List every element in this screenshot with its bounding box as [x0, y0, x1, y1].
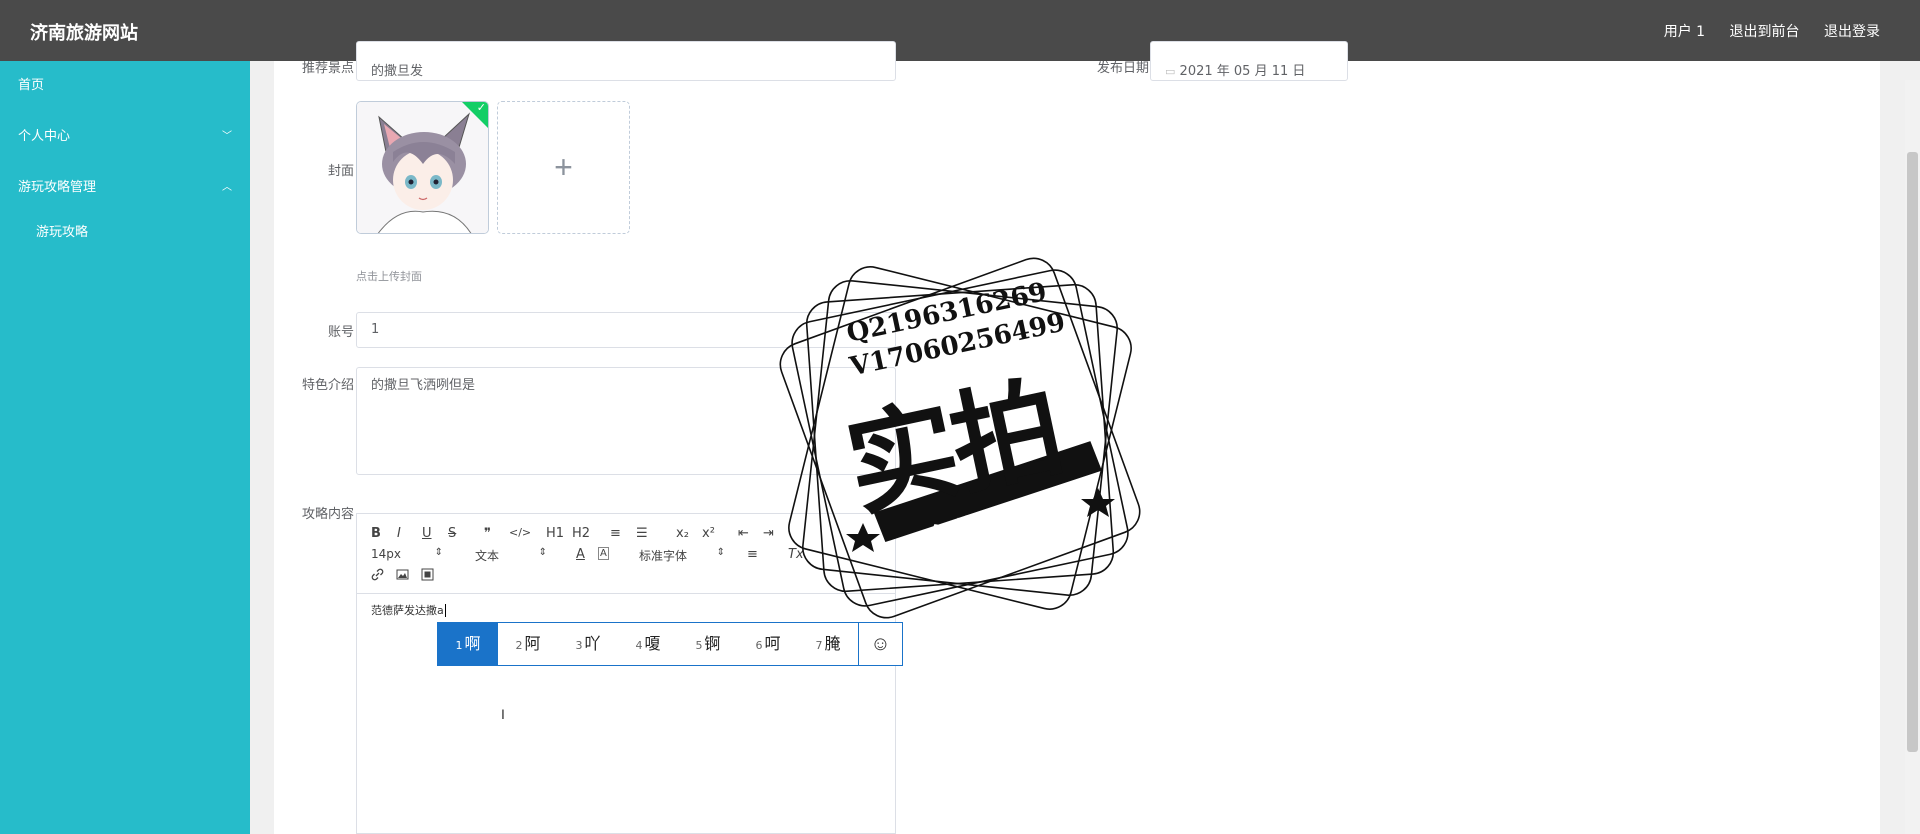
sidebar-item-home[interactable]: 首页 [18, 76, 232, 96]
italic-button[interactable]: I [397, 526, 401, 541]
bold-button[interactable]: B [371, 526, 381, 541]
background-color-button[interactable]: A [598, 547, 609, 560]
editor-text: 范德萨发达撒a [371, 604, 444, 617]
superscript-button[interactable]: x² [702, 526, 715, 541]
cover-image[interactable]: ✓ [356, 101, 489, 234]
font-family-select[interactable]: 标准字体 [639, 547, 725, 564]
link-icon[interactable] [371, 568, 384, 585]
sidebar-item-profile[interactable]: 个人中心 ﹀ [18, 127, 232, 147]
date-input[interactable]: ▭ 2021 年 05 月 11 日 [1150, 41, 1348, 81]
text-cursor-icon: I [501, 706, 505, 722]
date-label: 发布日期 [1096, 61, 1149, 76]
account-label: 账号 [327, 325, 354, 340]
editor-content[interactable]: 范德萨发达撒a [371, 602, 446, 618]
top-bar: 济南旅游网站 用户 1 退出到前台 退出登录 [0, 0, 1920, 61]
underline-button[interactable]: U [422, 526, 432, 541]
watermark-stamp: Q2196316269 V17060256499 实拍 全微程序 [760, 238, 1160, 638]
chevron-up-icon: ︿ [222, 182, 232, 193]
sidebar-item-label: 游玩攻略管理 [18, 180, 97, 195]
sidebar: 首页 个人中心 ﹀ 游玩攻略管理 ︿ 游玩攻略 [0, 61, 250, 834]
plus-icon: + [554, 149, 573, 185]
sidebar-item-guide-management[interactable]: 游玩攻略管理 ︿ [18, 178, 232, 198]
code-button[interactable]: </> [509, 526, 531, 539]
strike-button[interactable]: S [448, 526, 456, 541]
sidebar-item-guide[interactable]: 游玩攻略 [36, 223, 232, 243]
check-icon: ✓ [476, 102, 486, 114]
bullet-list-button[interactable]: ☰ [636, 526, 648, 541]
ime-candidate[interactable]: 4嗄 [618, 623, 678, 665]
blockquote-button[interactable]: ❞ [484, 526, 491, 541]
page-scrollbar[interactable] [1905, 80, 1920, 834]
ordered-list-button[interactable]: ≡ [610, 526, 621, 541]
intro-label: 特色介绍 [301, 378, 354, 393]
h2-button[interactable]: H2 [572, 526, 590, 541]
cover-tip: 点击上传封面 [356, 270, 422, 283]
outdent-button[interactable]: ⇤ [738, 526, 749, 541]
text-type-select[interactable]: 文本 [475, 547, 547, 564]
sidebar-item-label: 首页 [18, 78, 45, 93]
subscript-button[interactable]: x₂ [676, 526, 689, 541]
sidebar-item-label: 游玩攻略 [36, 225, 89, 240]
back-to-frontend-link[interactable]: 退出到前台 [1730, 24, 1800, 40]
ime-candidate[interactable]: 2阿 [498, 623, 558, 665]
content-label: 攻略内容 [301, 507, 354, 522]
h1-button[interactable]: H1 [546, 526, 564, 541]
font-color-button[interactable]: A [576, 547, 585, 562]
top-links: 用户 1 退出到前台 退出登录 [1644, 21, 1880, 41]
cover-upload-button[interactable]: + [497, 101, 630, 234]
recommend-value: 的撒旦发 [371, 64, 424, 79]
intro-value: 的撒旦飞洒咧但是 [371, 378, 476, 393]
ime-candidate[interactable]: 5锕 [678, 623, 738, 665]
cover-label: 封面 [327, 164, 354, 179]
recommend-input[interactable]: 的撒旦发 [356, 41, 896, 81]
account-value: 1 [371, 322, 380, 337]
user-link[interactable]: 用户 1 [1664, 24, 1705, 40]
image-icon[interactable] [396, 568, 409, 585]
site-title: 济南旅游网站 [30, 23, 138, 44]
align-button[interactable]: ≡ [747, 547, 758, 562]
chevron-down-icon: ﹀ [222, 131, 232, 142]
calendar-icon: ▭ [1165, 65, 1176, 78]
ime-candidate[interactable]: 3吖 [558, 623, 618, 665]
recommend-label: 推荐景点 [301, 61, 354, 76]
sidebar-item-label: 个人中心 [18, 129, 71, 144]
font-size-select[interactable]: 14px [371, 547, 443, 561]
logout-link[interactable]: 退出登录 [1824, 24, 1880, 40]
date-value: 2021 年 05 月 11 日 [1179, 64, 1306, 79]
video-icon[interactable] [421, 568, 434, 585]
ime-candidate[interactable]: 1啊 [438, 623, 498, 665]
scrollbar-thumb[interactable] [1907, 152, 1918, 752]
